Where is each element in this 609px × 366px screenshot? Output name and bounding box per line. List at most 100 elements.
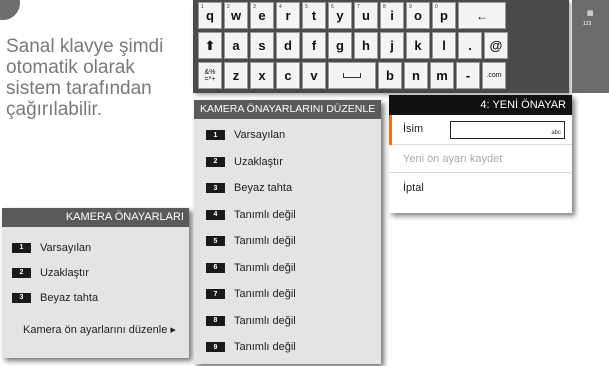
preset-label: Tanımlı değil [234,314,296,327]
key-g[interactable]: g [328,32,352,59]
new-preset-dialog: 4: YENİ ÖNAYAR İsim abc Yeni ön ayarı ka… [389,95,572,213]
key-k[interactable]: k [406,32,430,59]
key-number-hint: 3 [253,4,256,10]
key-number-hint: 8 [383,4,386,10]
preset-item[interactable]: 9 Tanımlı değil [194,334,381,361]
preset-number-icon: 9 [206,342,225,353]
preset-item[interactable]: 3 Beyaz tahta [2,285,189,310]
step-number-badge [0,0,20,20]
space-icon [343,73,361,78]
virtual-keyboard: q 1 w 2 e 3 r 4 t 5 y 6 u 7 i 8 o 9 p 0 ← ⬆ a s d f g h j k l. @ &% =*… [193,0,569,93]
preset-label: Tanımlı değil [234,341,296,354]
backspace-key[interactable]: ← [458,2,506,29]
key-b[interactable]: b [378,62,402,89]
key-y[interactable]: y6 [328,2,352,29]
key-f[interactable]: f [302,32,326,59]
key-number-hint: 1 [201,4,204,10]
space-key[interactable] [328,62,376,89]
key-u[interactable]: u7 [354,2,378,29]
preset-label: Tanımlı değil [234,208,296,221]
key-p[interactable]: p0 [432,2,456,29]
key-h[interactable]: h [354,32,378,59]
key-a[interactable]: a [224,32,248,59]
key-s[interactable]: s [250,32,274,59]
panel-title: KAMERA ÖNAYARLARINI DÜZENLE [194,100,381,119]
keyboard-row-2: ⬆ a s d f g h j k l. @ [198,32,565,60]
key-c[interactable]: c [276,62,300,89]
focus-accent-bar [389,115,392,145]
preset-label: Uzaklaştır [40,266,89,279]
preset-label: Varsayılan [234,129,286,142]
preset-item[interactable]: 6 Tanımlı değil [194,255,381,282]
preset-label: Tanımlı değil [234,261,296,274]
preset-number-icon: 4 [206,209,225,220]
number-mode-key[interactable]: ▦ 123 [572,0,609,93]
cancel-button[interactable]: İptal [389,173,572,203]
key-v[interactable]: v [302,62,326,89]
preset-item[interactable]: 7 Tanımlı değil [194,281,381,308]
key-j[interactable]: j [380,32,404,59]
grid-icon: ▦ [587,10,594,17]
edit-camera-presets-panel: KAMERA ÖNAYARLARINI DÜZENLE 1 Varsayılan 2… [194,100,381,364]
preset-label: Tanımlı değil [234,235,296,248]
number-mode-label: 123 [583,21,592,27]
preset-list: 1 Varsayılan 2 Uzaklaştır 3 Beyaz tahta 4 Tanım… [194,119,381,361]
preset-item[interactable]: 5 Tanımlı değil [194,228,381,255]
preset-item[interactable]: 2 Uzaklaştır [2,260,189,285]
key-number-hint: 7 [357,4,360,10]
key-z[interactable]: z [224,62,248,89]
preset-item[interactable]: 1 Varsayılan [2,235,189,260]
key-symbols[interactable]: .com [482,62,506,89]
keyboard-row-3: &% =*+ z x c v b n m - .com [198,62,565,90]
key-e[interactable]: e3 [250,2,274,29]
instruction-caption: Sanal klavye şimdi otomatik olarak siste… [6,36,164,120]
edit-presets-label: Kamera ön ayarlarını düzenle ▸ [23,323,176,336]
preset-number-icon: 6 [206,262,225,273]
name-input[interactable]: abc [450,121,565,139]
preset-label: Uzaklaştır [234,155,283,168]
panel-title: KAMERA ÖNAYARLARI [2,208,189,227]
preset-list: 1 Varsayılan 2 Uzaklaştır 3 Beyaz tahta [2,227,189,310]
edit-presets-link[interactable]: Kamera ön ayarlarını düzenle ▸ [2,320,189,338]
preset-number-icon: 1 [12,242,31,253]
key--[interactable]: - [456,62,480,89]
key-o[interactable]: o9 [406,2,430,29]
name-row: İsim abc [389,115,572,145]
preset-item[interactable]: 2 Uzaklaştır [194,149,381,176]
key-.[interactable]: . [458,32,482,59]
key-d[interactable]: d [276,32,300,59]
preset-number-icon: 5 [206,236,225,247]
save-preset-button[interactable]: Yeni ön ayarı kaydet [389,145,572,173]
preset-item[interactable]: 4 Tanımlı değil [194,202,381,229]
preset-number-icon: 8 [206,315,225,326]
key-n[interactable]: n [404,62,428,89]
preset-item[interactable]: 1 Varsayılan [194,122,381,149]
key-symbols[interactable]: &% =*+ [198,62,222,89]
preset-item[interactable]: 3 Beyaz tahta [194,175,381,202]
key-number-hint: 0 [435,4,438,10]
preset-number-icon: 2 [12,267,31,278]
preset-number-icon: 7 [206,289,225,300]
preset-label: Beyaz tahta [40,291,99,304]
preset-label: Beyaz tahta [234,182,293,195]
shift-key[interactable]: ⬆ [198,32,222,59]
preset-number-icon: 2 [206,156,225,167]
dialog-title: 4: YENİ ÖNAYAR [389,95,572,115]
preset-number-icon: 1 [206,130,225,141]
key-r[interactable]: r4 [276,2,300,29]
key-q[interactable]: q1 [198,2,222,29]
key-l[interactable]: l [432,32,456,59]
key-w[interactable]: w2 [224,2,248,29]
preset-number-icon: 3 [206,183,225,194]
key-i[interactable]: i8 [380,2,404,29]
preset-label: Varsayılan [40,241,92,254]
key-x[interactable]: x [250,62,274,89]
key-number-hint: 2 [227,4,230,10]
key-number-hint: 5 [305,4,308,10]
key-number-hint: 4 [279,4,282,10]
camera-presets-panel: KAMERA ÖNAYARLARI 1 Varsayılan 2 Uzaklaştır… [2,208,189,358]
key-t[interactable]: t5 [302,2,326,29]
key-@[interactable]: @ [484,32,508,59]
key-m[interactable]: m [430,62,454,89]
preset-item[interactable]: 8 Tanımlı değil [194,308,381,335]
